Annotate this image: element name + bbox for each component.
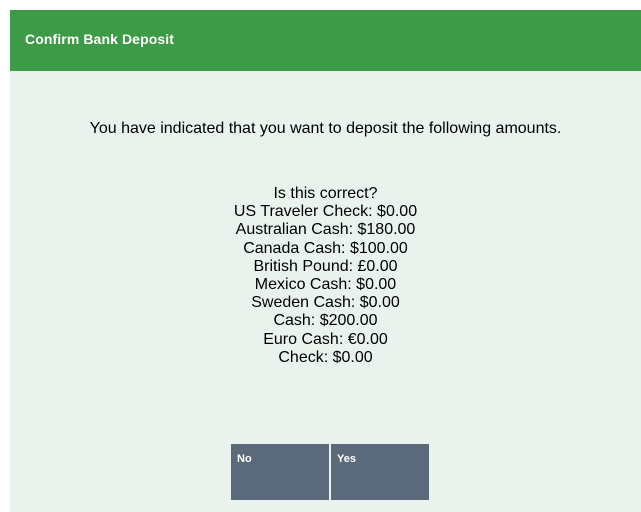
amount-line-canada-cash: Canada Cash: $100.00: [243, 239, 408, 257]
yes-button-label: Yes: [337, 453, 356, 465]
yes-button[interactable]: Yes: [331, 444, 429, 500]
dialog-title: Confirm Bank Deposit: [25, 31, 175, 47]
amount-line-mexico-cash: Mexico Cash: $0.00: [254, 276, 397, 294]
amount-line-check: Check: $0.00: [278, 348, 373, 366]
confirm-deposit-dialog: Confirm Bank Deposit You have indicated …: [10, 10, 641, 512]
amount-line-australian-cash: Australian Cash: $180.00: [235, 221, 416, 239]
no-button[interactable]: No: [231, 444, 329, 500]
amount-line-us-traveler-check: US Traveler Check: $0.00: [233, 203, 418, 221]
amount-line-british-pound: British Pound: £0.00: [253, 257, 398, 275]
amount-line-euro-cash: Euro Cash: €0.00: [263, 330, 388, 348]
no-button-label: No: [237, 453, 252, 465]
confirm-question: Is this correct?: [273, 185, 378, 202]
amount-line-sweden-cash: Sweden Cash: $0.00: [251, 294, 400, 312]
title-bar: Confirm Bank Deposit: [10, 10, 641, 71]
deposit-message: You have indicated that you want to depo…: [89, 120, 562, 137]
amounts-list: Is this correct? US Traveler Check: $0.0…: [20, 185, 631, 367]
amount-line-cash: Cash: $200.00: [273, 312, 378, 330]
